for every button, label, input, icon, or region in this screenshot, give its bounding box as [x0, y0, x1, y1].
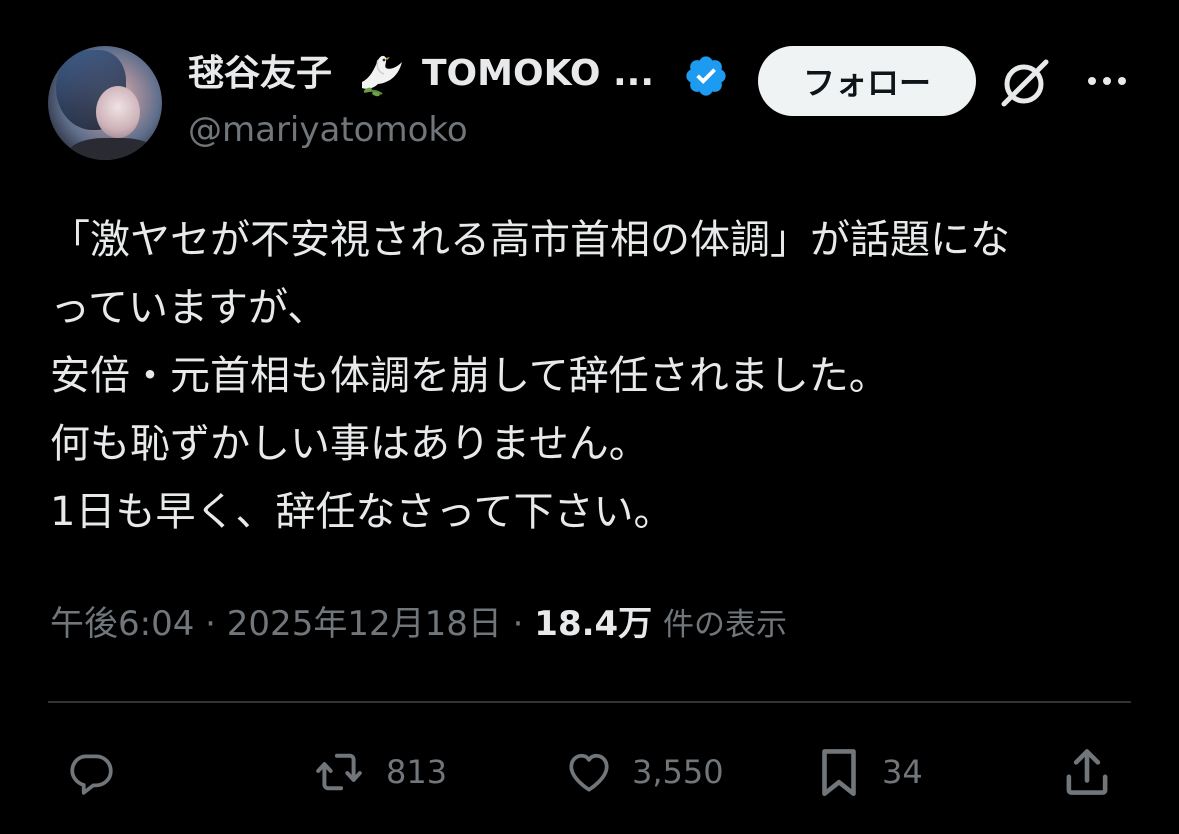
dove-emoji-icon — [362, 55, 402, 97]
bookmark-button[interactable]: 34 — [810, 742, 923, 802]
tweet-date[interactable]: 2025年12月18日 — [227, 604, 502, 644]
avatar-face — [96, 86, 140, 138]
meta-separator: · — [512, 604, 524, 644]
display-name-suffix[interactable]: TOMOKO ... — [422, 52, 654, 96]
tweet-text: 「激ヤセが不安視される高市首相の体調」が話題にな っていますが、 安倍・元首相も… — [50, 206, 1140, 546]
tweet-line: 何も恥ずかしい事はありません。 — [50, 421, 649, 467]
tweet-time[interactable]: 午後6:04 — [50, 604, 194, 644]
verified-badge-icon — [686, 56, 726, 96]
avatar-dress — [68, 138, 158, 160]
meta-separator: · — [205, 604, 216, 644]
bookmark-count: 34 — [882, 753, 923, 791]
views-label: 件の表示 — [663, 607, 787, 643]
tweet-line: 1日も早く、辞任なさって下さい。 — [50, 489, 674, 535]
reply-button[interactable] — [62, 742, 134, 802]
tweet-line: っていますが、 — [50, 285, 328, 331]
share-button[interactable] — [1058, 742, 1116, 802]
follow-button[interactable]: フォロー — [758, 46, 976, 116]
bookmark-icon — [822, 749, 856, 797]
share-icon — [1066, 749, 1108, 795]
display-name[interactable]: 毬谷友子 — [188, 52, 332, 96]
avatar[interactable] — [48, 46, 162, 160]
reply-icon — [70, 754, 113, 795]
more-options-icon[interactable] — [1084, 64, 1130, 98]
retweet-button[interactable]: 813 — [306, 742, 447, 802]
user-handle[interactable]: @mariyatomoko — [188, 108, 468, 152]
retweet-icon — [316, 753, 362, 791]
grok-icon[interactable] — [998, 56, 1052, 110]
tweet-line: 「激ヤセが不安視される高市首相の体調」が話題にな — [50, 217, 1010, 263]
tweet-line: 安倍・元首相も体調を崩して辞任されました。 — [50, 353, 889, 399]
divider — [48, 701, 1131, 703]
like-button[interactable]: 3,550 — [560, 742, 724, 802]
retweet-count: 813 — [386, 753, 448, 791]
heart-icon — [569, 753, 609, 792]
like-count: 3,550 — [632, 753, 724, 791]
views-count: 18.4万 — [534, 604, 653, 644]
tweet-meta: 午後6:04 · 2025年12月18日 · 18.4万 件の表示 — [50, 600, 787, 649]
